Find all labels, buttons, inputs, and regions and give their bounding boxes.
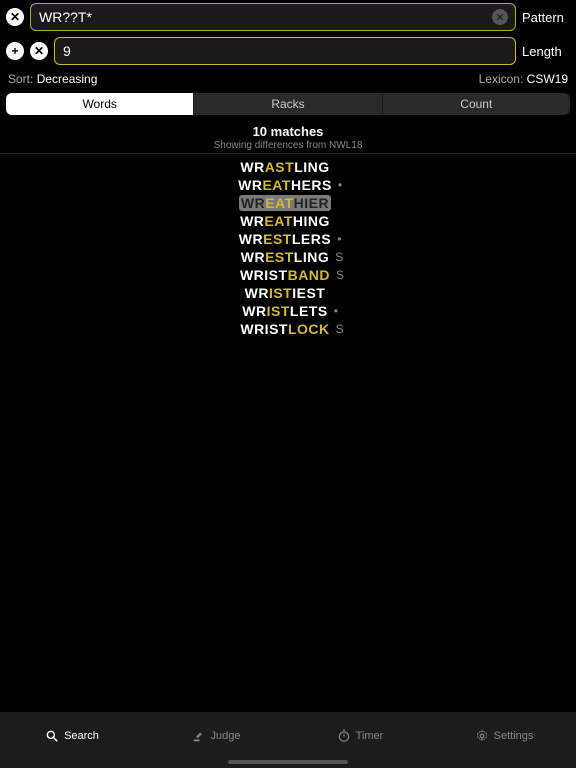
- nav-search[interactable]: Search: [0, 729, 144, 743]
- segment-control: Words Racks Count: [6, 93, 570, 115]
- search-icon: [45, 729, 59, 743]
- gear-icon: [475, 729, 489, 743]
- tab-bar: Search Judge Timer Settings: [0, 712, 576, 768]
- pattern-label: Pattern: [522, 10, 570, 25]
- word-row[interactable]: WRISTIEST: [0, 284, 576, 302]
- nav-settings[interactable]: Settings: [432, 729, 576, 743]
- clear-input-icon[interactable]: ✕: [492, 9, 508, 25]
- length-input[interactable]: [54, 37, 516, 65]
- word-row[interactable]: WRISTBANDS: [0, 266, 576, 284]
- nav-judge[interactable]: Judge: [144, 729, 288, 743]
- add-icon[interactable]: +: [6, 42, 24, 60]
- word-row[interactable]: WRESTLERS•: [0, 230, 576, 248]
- word-row[interactable]: WRISTLOCKS: [0, 320, 576, 338]
- gavel-icon: [192, 729, 206, 743]
- word-row[interactable]: WRASTLING: [0, 158, 576, 176]
- length-label: Length: [522, 44, 570, 59]
- clear-length-icon[interactable]: ✕: [30, 42, 48, 60]
- tab-words[interactable]: Words: [6, 93, 194, 115]
- word-row[interactable]: WRISTLETS•: [0, 302, 576, 320]
- sort-control[interactable]: Sort: Decreasing: [8, 72, 97, 86]
- home-indicator: [228, 760, 348, 764]
- word-row[interactable]: WREATHIER: [0, 194, 576, 212]
- timer-icon: [337, 729, 351, 743]
- header-sub: Showing differences from NWL18: [0, 140, 576, 151]
- word-row[interactable]: WRESTLINGS: [0, 248, 576, 266]
- lexicon-control[interactable]: Lexicon: CSW19: [479, 72, 568, 86]
- nav-timer[interactable]: Timer: [288, 729, 432, 743]
- match-count: 10 matches: [0, 124, 576, 139]
- word-row[interactable]: WREATHING: [0, 212, 576, 230]
- pattern-input[interactable]: [30, 3, 516, 31]
- results-list: WRASTLINGWREATHERS•WREATHIERWREATHINGWRE…: [0, 154, 576, 338]
- tab-racks[interactable]: Racks: [194, 93, 382, 115]
- clear-pattern-icon[interactable]: ✕: [6, 8, 24, 26]
- results-header: 10 matches Showing differences from NWL1…: [0, 118, 576, 154]
- tab-count[interactable]: Count: [383, 93, 570, 115]
- word-row[interactable]: WREATHERS•: [0, 176, 576, 194]
